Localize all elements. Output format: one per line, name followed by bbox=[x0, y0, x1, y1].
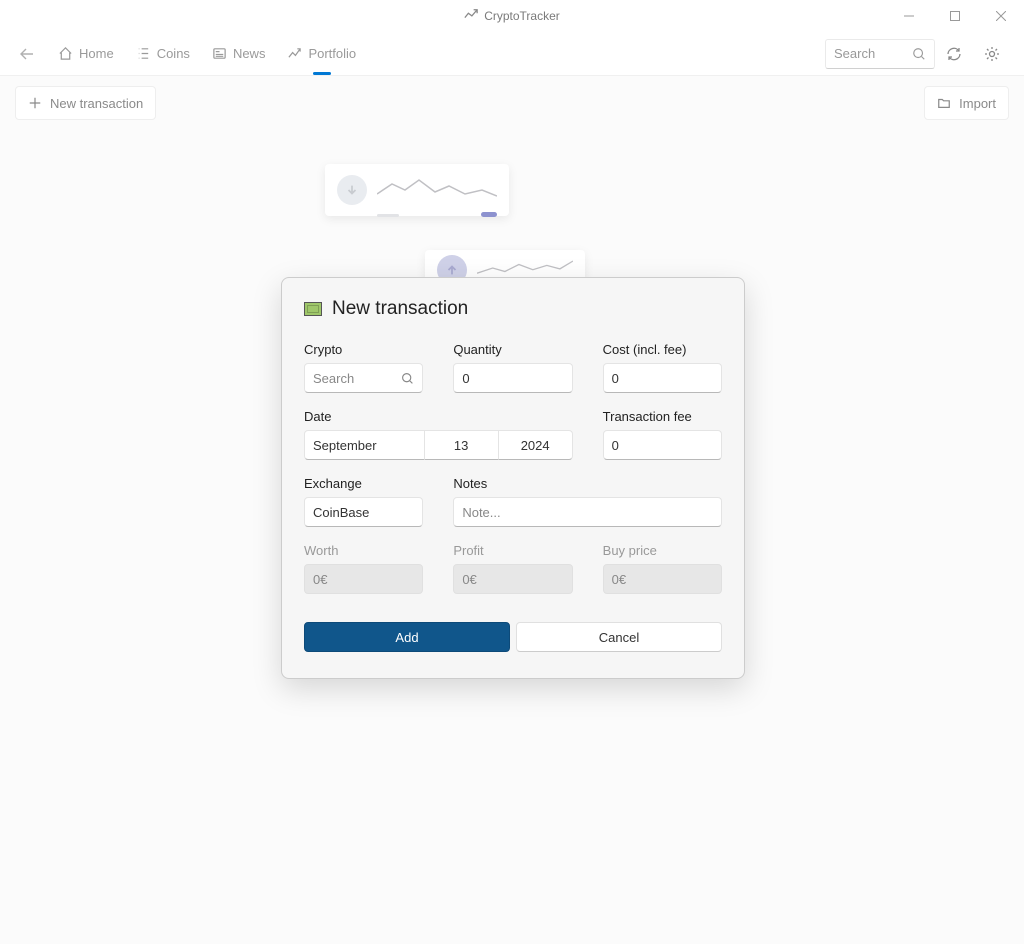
field-label: Date bbox=[304, 409, 573, 424]
app-title: CryptoTracker bbox=[484, 9, 560, 23]
gear-icon bbox=[984, 46, 1000, 62]
dialog-title: New transaction bbox=[332, 298, 468, 320]
cost-field: Cost (incl. fee) 0 bbox=[603, 342, 722, 393]
titlebar: CryptoTracker bbox=[0, 0, 1024, 32]
search-icon bbox=[401, 372, 414, 385]
settings-button[interactable] bbox=[973, 39, 1011, 69]
toolbar: New transaction Import bbox=[0, 76, 1024, 130]
import-button[interactable]: Import bbox=[924, 86, 1009, 120]
date-field: Date September 13 2024 bbox=[304, 409, 573, 460]
input-placeholder: Search bbox=[313, 371, 401, 386]
exchange-field: Exchange CoinBase bbox=[304, 476, 423, 527]
nav-search-input[interactable]: Search bbox=[825, 39, 935, 69]
nav-news[interactable]: News bbox=[204, 40, 274, 67]
notes-field: Notes Note... bbox=[453, 476, 722, 527]
search-placeholder: Search bbox=[834, 46, 912, 61]
field-label: Worth bbox=[304, 543, 423, 558]
worth-field: Worth 0€ bbox=[304, 543, 423, 594]
content-area: New transaction Import New transaction bbox=[0, 76, 1024, 944]
field-label: Quantity bbox=[453, 342, 572, 357]
back-button[interactable] bbox=[13, 40, 41, 68]
nav-portfolio[interactable]: Portfolio bbox=[279, 40, 364, 67]
fee-field: Transaction fee 0 bbox=[603, 409, 722, 460]
quantity-field: Quantity 0 bbox=[453, 342, 572, 393]
field-label: Profit bbox=[453, 543, 572, 558]
field-label: Exchange bbox=[304, 476, 423, 491]
cost-input[interactable]: 0 bbox=[603, 363, 722, 393]
cancel-button[interactable]: Cancel bbox=[516, 622, 722, 652]
window-maximize-button[interactable] bbox=[932, 0, 978, 32]
worth-value: 0€ bbox=[304, 564, 423, 594]
sparkline-icon bbox=[377, 176, 497, 200]
nav-label: Coins bbox=[157, 46, 190, 61]
profit-value: 0€ bbox=[453, 564, 572, 594]
empty-state-card-down bbox=[325, 164, 509, 216]
profit-field: Profit 0€ bbox=[453, 543, 572, 594]
money-icon bbox=[304, 302, 322, 316]
nav-home[interactable]: Home bbox=[50, 40, 122, 67]
fee-input[interactable]: 0 bbox=[603, 430, 722, 460]
window-close-button[interactable] bbox=[978, 0, 1024, 32]
date-month-input[interactable]: September bbox=[304, 430, 425, 460]
nav-coins[interactable]: Coins bbox=[128, 40, 198, 67]
sparkline-icon bbox=[477, 258, 573, 278]
folder-icon bbox=[937, 96, 951, 110]
dialog-header: New transaction bbox=[304, 298, 722, 320]
buyprice-value: 0€ bbox=[603, 564, 722, 594]
nav-label: Portfolio bbox=[308, 46, 356, 61]
button-label: Import bbox=[959, 96, 996, 111]
add-button[interactable]: Add bbox=[304, 622, 510, 652]
search-icon bbox=[912, 47, 926, 61]
new-transaction-button[interactable]: New transaction bbox=[15, 86, 156, 120]
notes-input[interactable]: Note... bbox=[453, 497, 722, 527]
quantity-input[interactable]: 0 bbox=[453, 363, 572, 393]
nav-label: Home bbox=[79, 46, 114, 61]
refresh-button[interactable] bbox=[935, 39, 973, 69]
plus-icon bbox=[28, 96, 42, 110]
buyprice-field: Buy price 0€ bbox=[603, 543, 722, 594]
window-minimize-button[interactable] bbox=[886, 0, 932, 32]
field-label: Cost (incl. fee) bbox=[603, 342, 722, 357]
nav-label: News bbox=[233, 46, 266, 61]
field-label: Notes bbox=[453, 476, 722, 491]
date-day-input[interactable]: 13 bbox=[425, 430, 499, 460]
crypto-field: Crypto Search bbox=[304, 342, 423, 393]
navbar: Home Coins News Portfolio Search bbox=[0, 32, 1024, 76]
field-label: Crypto bbox=[304, 342, 423, 357]
button-label: New transaction bbox=[50, 96, 143, 111]
app-trend-icon bbox=[464, 8, 478, 25]
arrow-down-icon bbox=[337, 175, 367, 205]
refresh-icon bbox=[946, 46, 962, 62]
new-transaction-dialog: New transaction Crypto Search Quantity 0… bbox=[281, 277, 745, 679]
field-label: Transaction fee bbox=[603, 409, 722, 424]
date-year-input[interactable]: 2024 bbox=[499, 430, 573, 460]
field-label: Buy price bbox=[603, 543, 722, 558]
crypto-search-input[interactable]: Search bbox=[304, 363, 423, 393]
exchange-input[interactable]: CoinBase bbox=[304, 497, 423, 527]
